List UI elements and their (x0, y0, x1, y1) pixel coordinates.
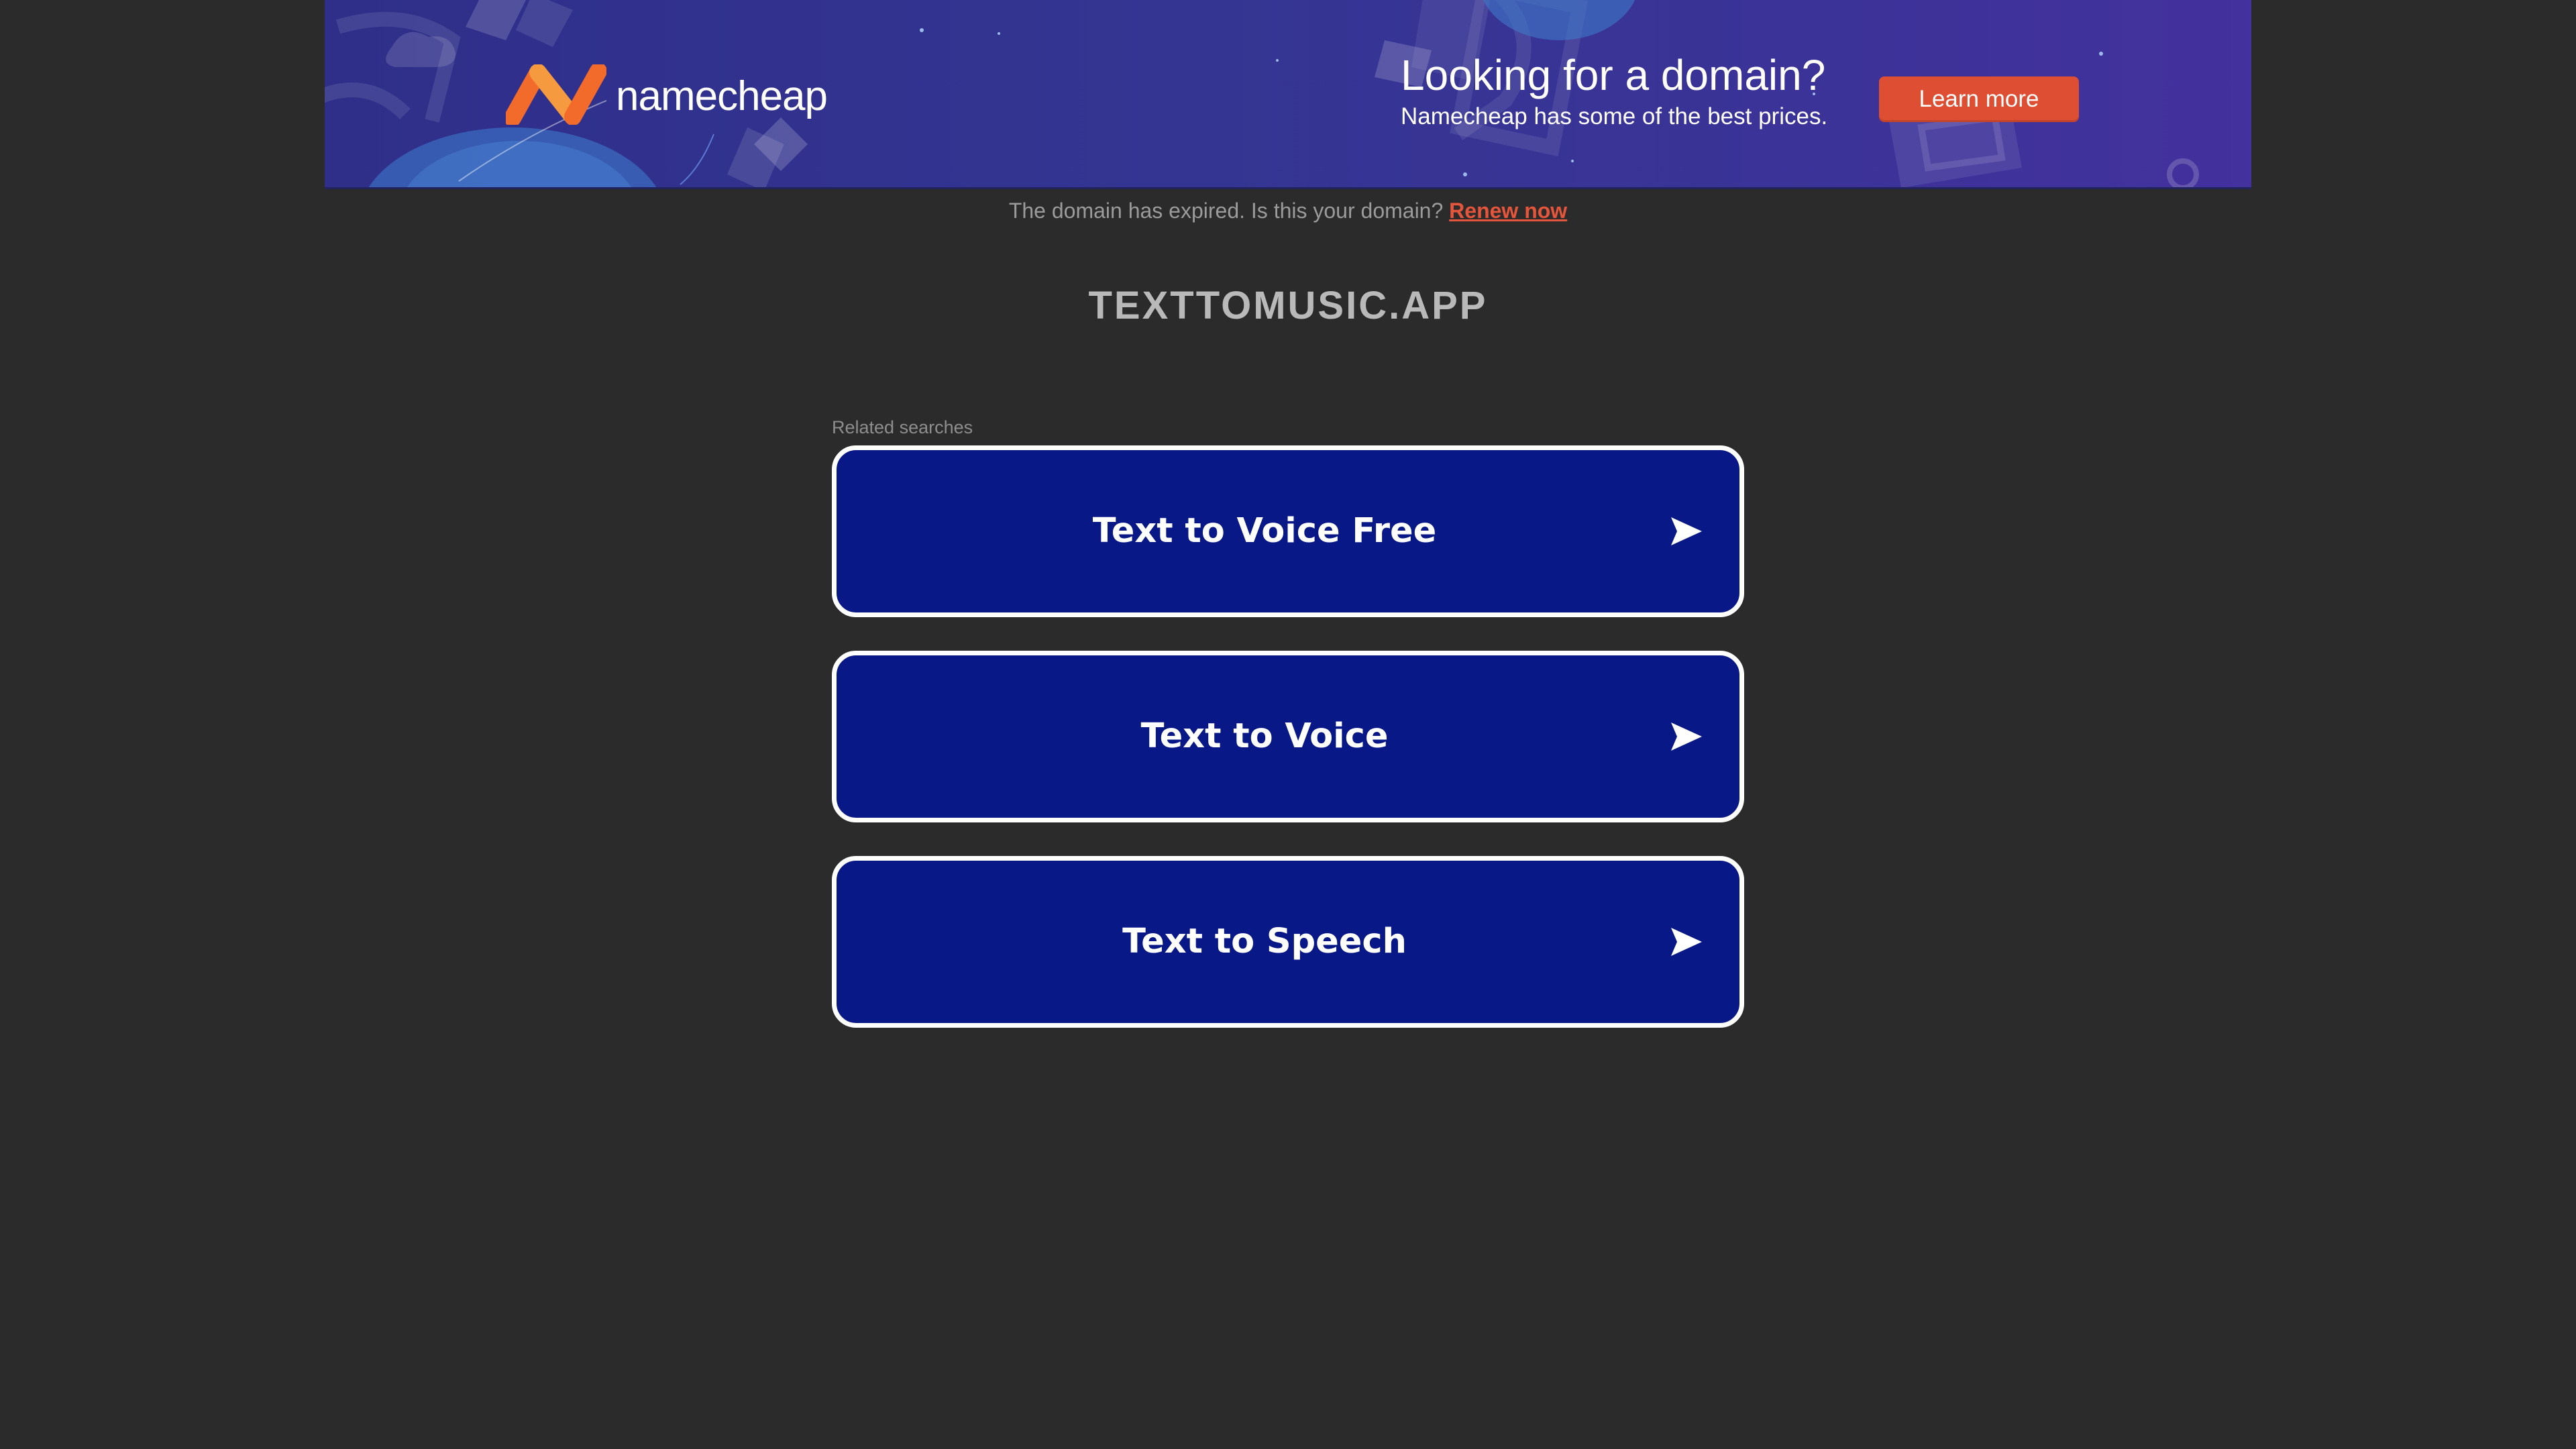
arrow-right-icon (1671, 517, 1702, 545)
learn-more-button[interactable]: Learn more (1879, 76, 2079, 122)
banner-subtitle: Namecheap has some of the best prices. (1401, 103, 1828, 129)
related-search-label: Text to Voice (1140, 716, 1389, 756)
domain-title: TEXTTOMUSIC.APP (1088, 284, 1488, 327)
banner-promo: Looking for a domain? Namecheap has some… (1401, 48, 1827, 131)
expired-notice: The domain has expired. Is this your dom… (0, 199, 2576, 223)
banner-title: Looking for a domain? (1401, 51, 1826, 99)
parked-domain-page: namecheap Looking for a domain? Namechea… (0, 0, 2576, 1449)
arrow-right-icon (1671, 722, 1702, 751)
arrow-right-icon (1671, 928, 1702, 956)
namecheap-logo-text: namecheap (616, 72, 828, 119)
expired-notice-text: The domain has expired. Is this your dom… (1008, 199, 1444, 223)
related-searches-list: Text to Voice Free Text to Voice Text to… (832, 445, 1744, 1061)
promo-banner[interactable]: namecheap Looking for a domain? Namechea… (325, 0, 2251, 189)
related-search-label: Text to Voice Free (1092, 511, 1437, 551)
namecheap-logo-icon (506, 64, 606, 125)
related-search-item[interactable]: Text to Voice (832, 651, 1744, 822)
related-search-item[interactable]: Text to Voice Free (832, 445, 1744, 617)
related-search-label: Text to Speech (1122, 922, 1407, 961)
related-search-item[interactable]: Text to Speech (832, 856, 1744, 1028)
namecheap-logo[interactable]: namecheap (506, 64, 828, 125)
renew-now-link[interactable]: Renew now (1449, 199, 1567, 223)
related-searches-label: Related searches (832, 417, 973, 437)
